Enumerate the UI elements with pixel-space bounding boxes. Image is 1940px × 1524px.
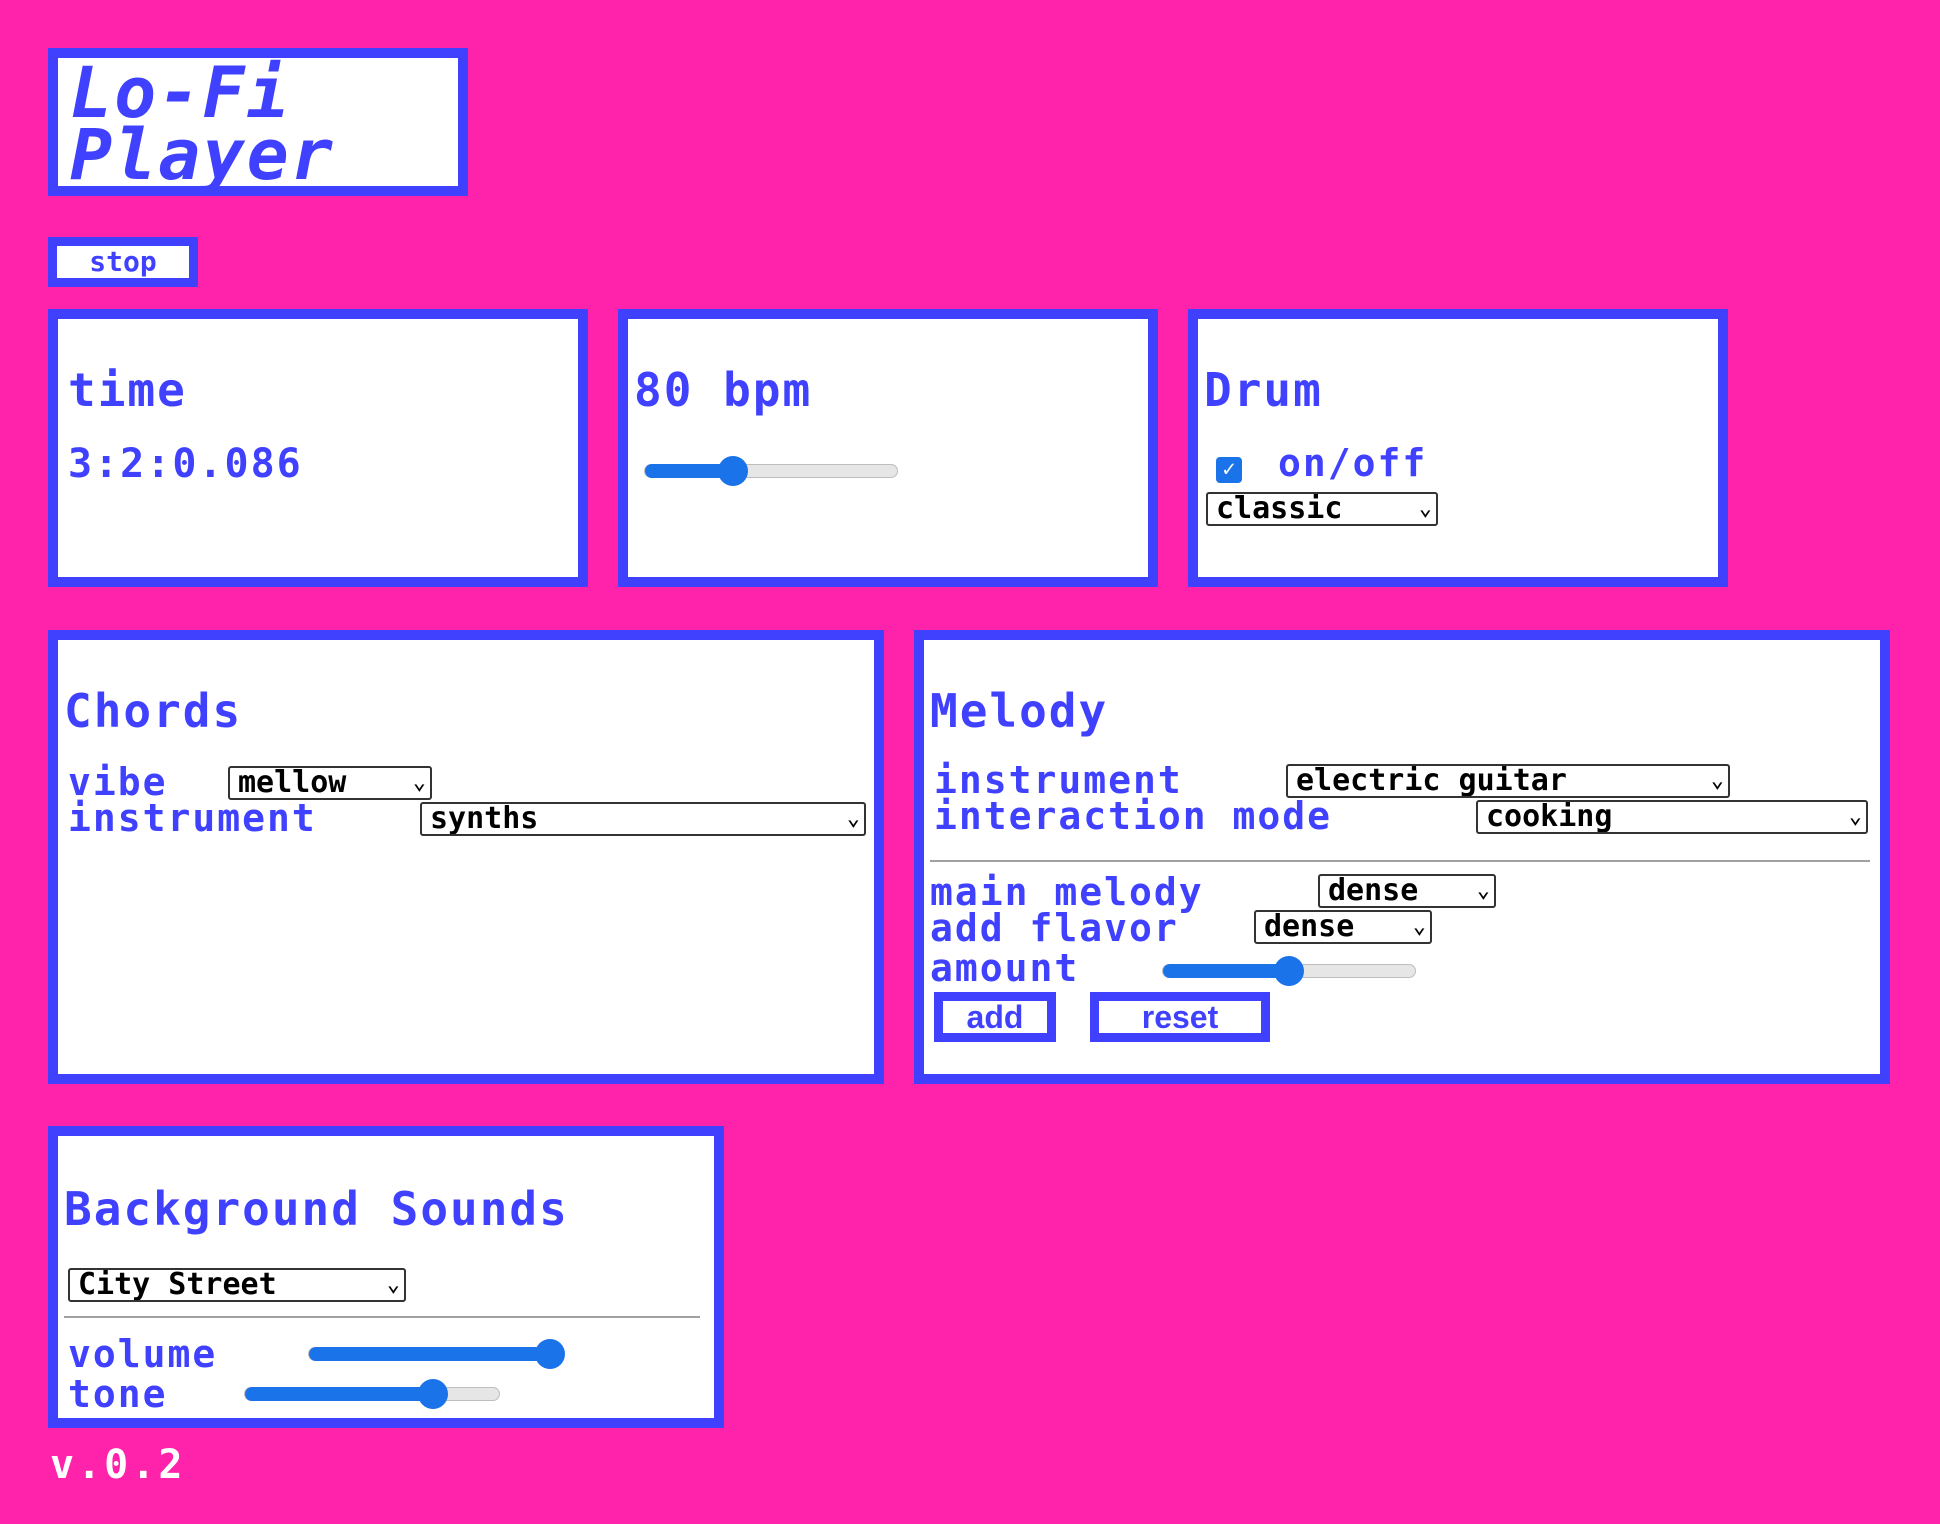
main-melody-value: dense: [1328, 874, 1419, 908]
add-button[interactable]: add: [934, 992, 1056, 1042]
time-panel: time 3:2:0.086: [48, 309, 588, 587]
chevron-down-icon: ⌄: [1476, 878, 1490, 903]
tone-label: tone: [68, 1372, 168, 1416]
add-flavor-label: add flavor: [930, 906, 1179, 950]
melody-title: Melody: [930, 684, 1109, 738]
main-melody-select[interactable]: dense ⌄: [1318, 874, 1496, 908]
chevron-down-icon: ⌄: [1412, 914, 1426, 939]
background-sounds-title: Background Sounds: [64, 1182, 569, 1236]
app-title: Lo-Fi Player: [70, 58, 446, 190]
chevron-down-icon: ⌄: [386, 1272, 400, 1297]
background-sound-select[interactable]: City Street ⌄: [68, 1268, 406, 1302]
melody-interaction-select[interactable]: cooking ⌄: [1476, 800, 1868, 834]
background-divider: [64, 1316, 700, 1318]
chevron-down-icon: ⌄: [412, 770, 426, 795]
bpm-title: 80 bpm: [634, 363, 813, 417]
chords-panel: Chords vibe mellow ⌄ instrument synths ⌄: [48, 630, 884, 1084]
chords-instrument-value: synths: [430, 802, 539, 836]
melody-interaction-label: interaction mode: [934, 794, 1333, 838]
volume-slider-fill: [309, 1347, 551, 1361]
tone-slider-fill: [245, 1387, 433, 1401]
amount-slider[interactable]: [1162, 956, 1416, 986]
drum-panel: Drum ✓ on/off classic ⌄: [1188, 309, 1728, 587]
volume-slider[interactable]: [308, 1339, 566, 1369]
volume-slider-thumb[interactable]: [535, 1339, 566, 1369]
melody-panel: Melody instrument electric guitar ⌄ inte…: [914, 630, 1890, 1084]
time-value: 3:2:0.086: [68, 441, 303, 487]
stop-button[interactable]: stop: [48, 237, 198, 287]
chevron-down-icon: ⌄: [1710, 768, 1724, 793]
melody-instrument-value: electric guitar: [1296, 764, 1567, 798]
chords-instrument-select[interactable]: synths ⌄: [420, 802, 866, 836]
app-title-line2: Player: [70, 114, 335, 196]
drum-title: Drum: [1204, 363, 1323, 417]
melody-interaction-value: cooking: [1486, 800, 1613, 834]
add-flavor-select[interactable]: dense ⌄: [1254, 910, 1432, 944]
melody-divider: [930, 860, 1870, 862]
chevron-down-icon: ⌄: [846, 806, 860, 831]
chords-vibe-value: mellow: [238, 766, 347, 800]
drum-style-value: classic: [1216, 492, 1343, 526]
background-sounds-panel: Background Sounds City Street ⌄ volume t…: [48, 1126, 724, 1428]
drum-style-select[interactable]: classic ⌄: [1206, 492, 1438, 526]
time-title: time: [68, 363, 187, 417]
volume-label: volume: [68, 1332, 218, 1376]
tone-slider-thumb[interactable]: [417, 1379, 448, 1409]
tone-slider[interactable]: [244, 1379, 500, 1409]
add-flavor-value: dense: [1264, 910, 1355, 944]
drum-toggle-label: on/off: [1278, 441, 1428, 485]
chevron-down-icon: ⌄: [1418, 496, 1432, 521]
melody-instrument-select[interactable]: electric guitar ⌄: [1286, 764, 1730, 798]
drum-toggle-checkbox[interactable]: ✓: [1216, 457, 1242, 483]
chords-title: Chords: [64, 684, 243, 738]
bpm-slider-thumb[interactable]: [718, 456, 749, 486]
chords-instrument-label: instrument: [68, 796, 317, 840]
amount-slider-thumb[interactable]: [1274, 956, 1304, 986]
bpm-panel: 80 bpm: [618, 309, 1158, 587]
amount-slider-fill: [1163, 964, 1289, 978]
chords-vibe-select[interactable]: mellow ⌄: [228, 766, 432, 800]
background-sound-value: City Street: [78, 1268, 277, 1302]
version-label: v.0.2: [50, 1442, 186, 1488]
bpm-slider[interactable]: [644, 456, 898, 486]
chevron-down-icon: ⌄: [1848, 804, 1862, 829]
reset-button[interactable]: reset: [1090, 992, 1270, 1042]
app-title-box: Lo-Fi Player: [48, 48, 468, 196]
amount-label: amount: [930, 946, 1080, 990]
